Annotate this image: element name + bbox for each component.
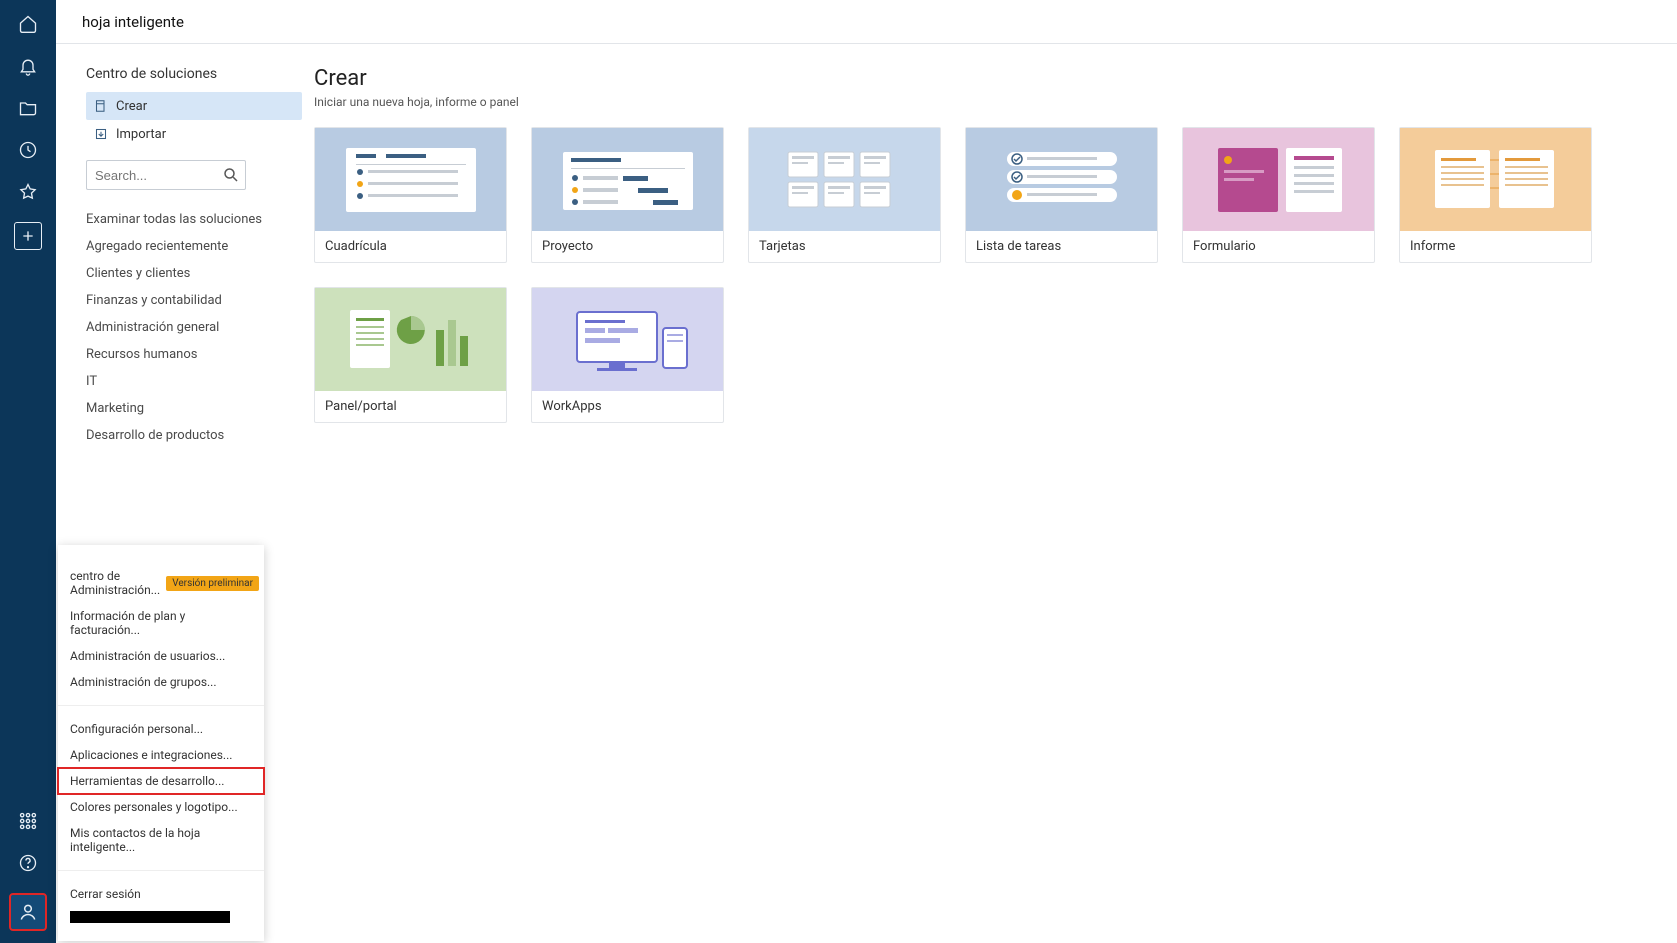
popup-apps-integrations[interactable]: Aplicaciones e integraciones... <box>58 742 264 768</box>
page-subtitle: Iniciar una nueva hoja, informe o panel <box>314 95 1647 109</box>
clock-icon[interactable] <box>16 138 40 162</box>
card-thumb <box>532 288 723 391</box>
side-item-label: Importar <box>116 127 166 142</box>
popup-item-label: Cerrar sesión <box>70 887 141 901</box>
card-project[interactable]: Proyecto <box>531 127 724 263</box>
card-workapps[interactable]: WorkApps <box>531 287 724 423</box>
popup-plan-billing[interactable]: Información de plan y facturación... <box>58 603 264 643</box>
card-thumb <box>1183 128 1374 231</box>
home-icon[interactable] <box>16 12 40 36</box>
user-email-redacted <box>70 911 230 923</box>
help-icon[interactable] <box>16 851 40 875</box>
card-dashboard[interactable]: Panel/portal <box>314 287 507 423</box>
category-item[interactable]: Administración general <box>86 320 302 335</box>
header: hoja inteligente <box>56 0 1677 44</box>
add-button[interactable] <box>14 222 42 250</box>
card-cards[interactable]: Tarjetas <box>748 127 941 263</box>
popup-item-label: Configuración personal... <box>70 722 203 736</box>
card-label: WorkApps <box>532 391 723 422</box>
separator <box>58 870 264 871</box>
side-title: Centro de soluciones <box>86 66 302 82</box>
popup-item-label: Administración de usuarios... <box>70 649 225 663</box>
category-item[interactable]: IT <box>86 374 302 389</box>
popup-item-label: Mis contactos de la hoja inteligente... <box>70 826 252 854</box>
popup-item-label: Aplicaciones e integraciones... <box>70 748 232 762</box>
work-area: Crear Iniciar una nueva hoja, informe o … <box>314 44 1677 943</box>
card-grid[interactable]: Cuadrícula <box>314 127 507 263</box>
popup-dev-tools[interactable]: Herramientas de desarrollo... <box>58 768 264 794</box>
popup-item-label: Colores personales y logotipo... <box>70 800 238 814</box>
preview-badge: Versión preliminar <box>166 576 259 591</box>
import-icon <box>94 127 108 141</box>
card-label: Informe <box>1400 231 1591 262</box>
separator <box>58 705 264 706</box>
card-tasklist[interactable]: Lista de tareas <box>965 127 1158 263</box>
category-item[interactable]: Desarrollo de productos <box>86 428 302 443</box>
bell-icon[interactable] <box>16 54 40 78</box>
folder-icon[interactable] <box>16 96 40 120</box>
popup-colors-logo[interactable]: Colores personales y logotipo... <box>58 794 264 820</box>
card-label: Cuadrícula <box>315 231 506 262</box>
card-label: Panel/portal <box>315 391 506 422</box>
category-item[interactable]: Marketing <box>86 401 302 416</box>
popup-item-label: Información de plan y facturación... <box>70 609 252 637</box>
side-item-import[interactable]: Importar <box>86 120 302 148</box>
popup-item-label: centro de Administración... <box>70 569 160 597</box>
category-item[interactable]: Examinar todas las soluciones <box>86 212 302 227</box>
card-thumb <box>1400 128 1591 231</box>
sheet-icon <box>94 99 108 113</box>
nav-rail <box>0 0 56 943</box>
category-item[interactable]: Agregado recientemente <box>86 239 302 254</box>
popup-user-admin[interactable]: Administración de usuarios... <box>58 643 264 669</box>
user-menu-button[interactable] <box>9 893 47 931</box>
popup-group-admin[interactable]: Administración de grupos... <box>58 669 264 695</box>
side-item-label: Crear <box>116 99 147 114</box>
card-report[interactable]: Informe <box>1399 127 1592 263</box>
card-thumb <box>315 288 506 391</box>
card-label: Formulario <box>1183 231 1374 262</box>
category-item[interactable]: Finanzas y contabilidad <box>86 293 302 308</box>
popup-signout[interactable]: Cerrar sesión <box>58 881 264 907</box>
category-item[interactable]: Recursos humanos <box>86 347 302 362</box>
card-label: Proyecto <box>532 231 723 262</box>
popup-item-label: Herramientas de desarrollo... <box>70 774 224 788</box>
card-label: Tarjetas <box>749 231 940 262</box>
card-thumb <box>532 128 723 231</box>
popup-admin-center[interactable]: centro de Administración... Versión prel… <box>58 563 264 603</box>
popup-contacts[interactable]: Mis contactos de la hoja inteligente... <box>58 820 264 860</box>
popup-personal-config[interactable]: Configuración personal... <box>58 716 264 742</box>
star-icon[interactable] <box>16 180 40 204</box>
app-title: hoja inteligente <box>82 13 184 31</box>
user-menu-popup: centro de Administración... Versión prel… <box>58 545 264 941</box>
card-form[interactable]: Formulario <box>1182 127 1375 263</box>
category-item[interactable]: Clientes y clientes <box>86 266 302 281</box>
popup-item-label: Administración de grupos... <box>70 675 217 689</box>
apps-icon[interactable] <box>16 809 40 833</box>
search-icon[interactable] <box>222 166 240 184</box>
card-thumb <box>966 128 1157 231</box>
card-label: Lista de tareas <box>966 231 1157 262</box>
page-title: Crear <box>314 66 1647 91</box>
card-thumb <box>749 128 940 231</box>
side-item-create[interactable]: Crear <box>86 92 302 120</box>
card-thumb <box>315 128 506 231</box>
